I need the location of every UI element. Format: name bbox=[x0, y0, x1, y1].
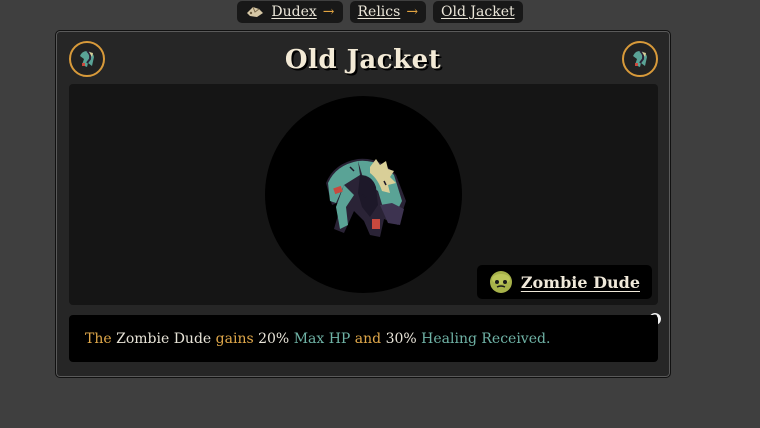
breadcrumb-label: Relics bbox=[357, 4, 401, 20]
desc-value: 30% bbox=[385, 330, 417, 347]
breadcrumb-separator: → bbox=[322, 4, 335, 20]
relic-display: Zombie Dude bbox=[69, 84, 658, 305]
desc-value: 20% bbox=[258, 330, 290, 347]
page-title: Old Jacket bbox=[284, 45, 442, 75]
relic-portrait bbox=[265, 96, 462, 293]
owner-name: Zombie Dude bbox=[520, 272, 640, 292]
owner-link-zombie-dude[interactable]: Zombie Dude bbox=[476, 265, 652, 299]
breadcrumb-item-relics[interactable]: Relics → bbox=[349, 1, 427, 23]
dudex-icon bbox=[247, 6, 264, 17]
breadcrumb-item-dudex[interactable]: Dudex → bbox=[237, 1, 343, 23]
breadcrumb-item-old-jacket[interactable]: Old Jacket bbox=[433, 1, 523, 23]
desc-stat: Healing Received bbox=[421, 330, 546, 347]
old-jacket-icon bbox=[325, 158, 406, 237]
desc-word: gains bbox=[215, 330, 254, 347]
relic-description: The Zombie Dude gains 20% Max HP and 30%… bbox=[69, 315, 658, 362]
desc-period: . bbox=[545, 330, 551, 347]
desc-word: The bbox=[85, 330, 112, 347]
breadcrumb-label: Dudex bbox=[271, 4, 317, 20]
desc-stat: Max HP bbox=[293, 330, 351, 347]
desc-owner: Zombie Dude bbox=[116, 330, 212, 347]
breadcrumb-separator: → bbox=[406, 4, 419, 20]
breadcrumb-label: Old Jacket bbox=[441, 4, 515, 20]
breadcrumb: Dudex → Relics → Old Jacket bbox=[0, 1, 760, 23]
relic-card: Old Jacket Zombie Dude The Zombie Dude g… bbox=[55, 30, 671, 378]
zombie-dude-icon bbox=[489, 271, 512, 293]
desc-word: and bbox=[354, 330, 382, 347]
old-jacket-icon bbox=[622, 41, 658, 77]
